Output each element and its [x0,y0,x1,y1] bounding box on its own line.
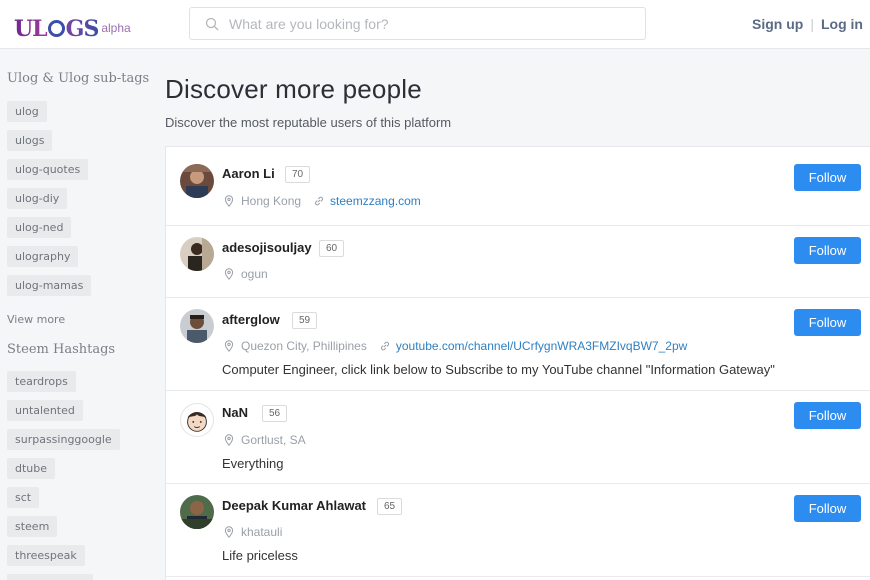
auth-separator: | [810,16,814,32]
follow-button[interactable]: Follow [794,309,861,336]
tag-steem[interactable]: steem [7,516,58,537]
tag-dtube[interactable]: dtube [7,458,56,479]
follow-button[interactable]: Follow [794,495,861,522]
list-item: Aaron Li 70 Hong Kong steemzzang.com Fol… [166,147,870,226]
user-name[interactable]: adesojisouljay [222,240,312,255]
user-name[interactable]: NaN [222,405,248,420]
logo-alpha-badge: alpha [101,21,131,35]
main-content: Discover more people Discover the most r… [165,50,870,580]
tag-untalented[interactable]: untalented [7,400,83,421]
avatar[interactable] [180,164,214,198]
hashtag-list: teardrops untalented surpassinggoogle dt… [7,371,165,580]
avatar[interactable] [180,403,214,437]
user-meta: Gortlust, SA [224,433,306,447]
follow-button[interactable]: Follow [794,402,861,429]
sidebar-ulog-title: Ulog & Ulog sub-tags [7,71,150,86]
page-title: Discover more people [165,74,422,104]
reputation-badge: 60 [319,240,345,257]
user-meta: Quezon City, Phillipines youtube.com/cha… [224,339,687,353]
tag-threespeak[interactable]: threespeak [7,545,85,566]
list-item: adesojisouljay 60 ogun Follow [166,226,870,298]
tag-ulog-mamas[interactable]: ulog-mamas [7,275,92,296]
follow-button[interactable]: Follow [794,164,861,191]
location-pin-icon [224,340,234,352]
link-icon [380,341,389,351]
tag-ulog-quotes[interactable]: ulog-quotes [7,159,89,180]
search-box[interactable] [189,7,646,40]
tag-ulog-ned[interactable]: ulog-ned [7,217,72,238]
sidebar: Ulog & Ulog sub-tags ulog ulogs ulog-quo… [0,50,165,580]
avatar[interactable] [180,309,214,343]
page-subtitle: Discover the most reputable users of thi… [165,115,452,130]
tag-photography[interactable]: photography [7,574,94,580]
list-item: NaN 56 Gortlust, SA Everything Follow [166,391,870,484]
user-location: ogun [241,267,268,281]
ulogs-logo[interactable]: UL GS alpha [14,14,131,46]
follow-button[interactable]: Follow [794,237,861,264]
reputation-badge: 59 [292,312,318,329]
ulog-tag-list: ulog ulogs ulog-quotes ulog-diy ulog-ned… [7,101,165,296]
sidebar-hashtags-title: Steem Hashtags [7,342,116,357]
location-pin-icon [224,195,234,207]
location-pin-icon [224,268,234,280]
tag-sct[interactable]: sct [7,487,40,508]
user-website[interactable]: steemzzang.com [330,194,421,208]
location-pin-icon [224,526,234,538]
auth-links: Sign up | Log in [752,16,863,32]
tag-teardrops[interactable]: teardrops [7,371,76,392]
user-bio: Computer Engineer, click link below to S… [222,362,775,377]
avatar[interactable] [180,495,214,529]
location-pin-icon [224,434,234,446]
tag-ulog[interactable]: ulog [7,101,47,122]
tag-surpassinggoogle[interactable]: surpassinggoogle [7,429,120,450]
reputation-badge: 70 [285,166,311,183]
user-website[interactable]: youtube.com/channel/UCrfygnWRA3FMZIvqBW7… [396,339,687,353]
avatar[interactable] [180,237,214,271]
user-location: Quezon City, Phillipines [241,339,367,353]
user-meta: Hong Kong steemzzang.com [224,194,421,208]
list-item: Deepak Kumar Ahlawat 65 khatauli Life pr… [166,484,870,577]
user-bio: Everything [222,456,284,471]
reputation-badge: 65 [377,498,403,515]
user-name[interactable]: Aaron Li [222,166,275,181]
user-location: Hong Kong [241,194,302,208]
tag-ulog-diy[interactable]: ulog-diy [7,188,68,209]
link-icon [315,196,324,206]
list-item: afterglow 59 Quezon City, Phillipines yo… [166,298,870,391]
user-location: khatauli [241,525,283,539]
user-meta: ogun [224,267,268,281]
search-icon [205,17,219,30]
login-link[interactable]: Log in [821,16,863,32]
user-bio: Life priceless [222,548,298,563]
top-header: ULGS alpha Sign up | Log in [0,0,870,49]
logo-wordmark: UL GS [14,16,99,42]
user-meta: khatauli [224,525,282,539]
tag-ulography[interactable]: ulography [7,246,79,267]
signup-link[interactable]: Sign up [752,16,803,32]
people-list: Aaron Li 70 Hong Kong steemzzang.com Fol… [165,146,870,580]
search-input[interactable] [229,15,609,32]
tag-ulogs[interactable]: ulogs [7,130,53,151]
view-more-link[interactable]: View more [7,313,165,326]
reputation-badge: 56 [262,405,288,422]
user-name[interactable]: Deepak Kumar Ahlawat [222,498,366,513]
user-location: Gortlust, SA [241,433,306,447]
user-name[interactable]: afterglow [222,312,280,327]
